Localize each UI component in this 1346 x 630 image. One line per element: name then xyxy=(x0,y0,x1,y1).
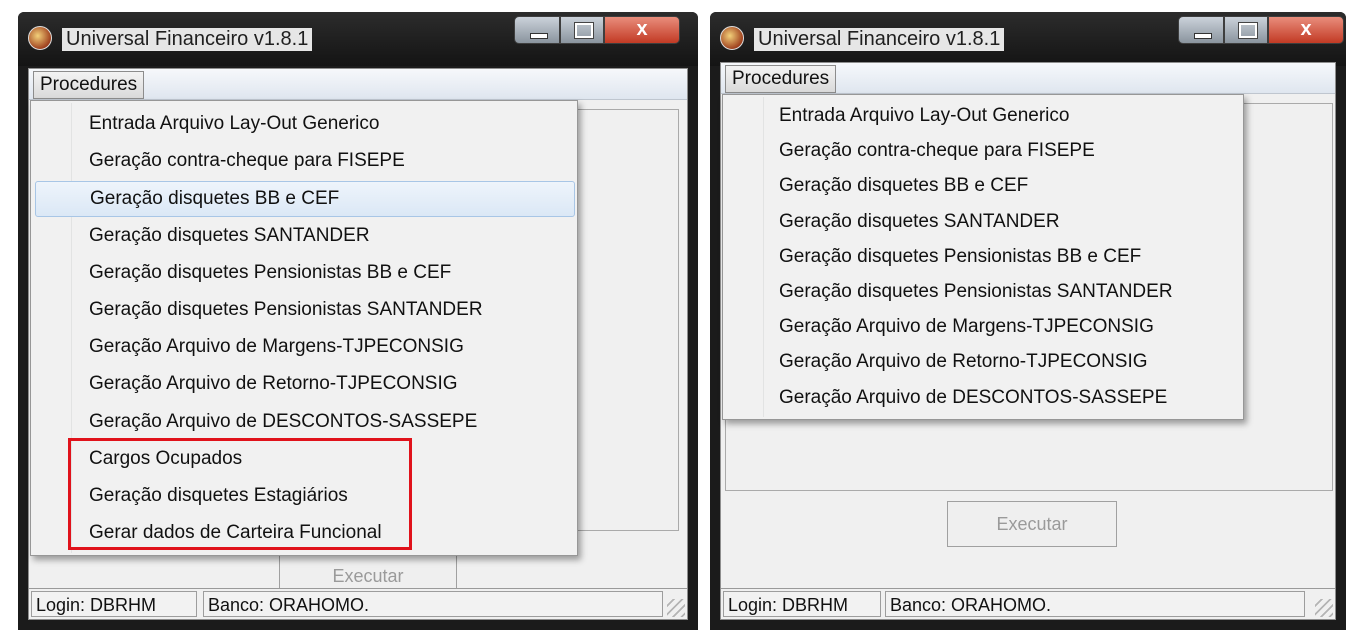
menu-item[interactable]: Geração Arquivo de DESCONTOS-SASSEPE xyxy=(89,411,477,433)
menu-item[interactable]: Geração Arquivo de Margens-TJPECONSIG xyxy=(779,316,1154,338)
app-icon xyxy=(720,26,744,50)
menu-item[interactable]: Geração contra-cheque para FISEPE xyxy=(779,140,1095,162)
close-button[interactable]: x xyxy=(604,16,680,44)
menu-procedures[interactable]: Procedures xyxy=(725,65,837,93)
maximize-icon xyxy=(1238,22,1258,39)
menu-item[interactable]: Entrada Arquivo Lay-Out Generico xyxy=(89,113,379,135)
window-title: Universal Financeiro v1.8.1 xyxy=(754,28,1005,51)
minimize-button[interactable] xyxy=(514,16,560,44)
title-bar[interactable]: Universal Financeiro v1.8.1 x xyxy=(710,12,1346,66)
minimize-button[interactable] xyxy=(1178,16,1224,44)
menu-item[interactable]: Geração disquetes Pensionistas BB e CEF xyxy=(779,246,1141,268)
status-login: Login: DBRHM xyxy=(31,591,197,617)
highlight-box xyxy=(68,438,412,550)
menu-item[interactable]: Geração disquetes SANTANDER xyxy=(89,225,370,247)
minimize-icon xyxy=(530,33,548,39)
status-login: Login: DBRHM xyxy=(723,591,881,617)
minimize-icon xyxy=(1194,33,1212,39)
close-button[interactable]: x xyxy=(1268,16,1344,44)
title-bar[interactable]: Universal Financeiro v1.8.1 x xyxy=(18,12,698,66)
menu-item[interactable]: Geração Arquivo de Retorno-TJPECONSIG xyxy=(779,351,1148,373)
menu-icon-column xyxy=(763,97,764,417)
window-controls: x xyxy=(514,16,680,46)
menu-item[interactable]: Geração Arquivo de Margens-TJPECONSIG xyxy=(89,336,464,358)
menu-bar: Procedures xyxy=(29,69,687,100)
menu-item[interactable]: Geração disquetes Pensionistas SANTANDER xyxy=(779,281,1173,303)
status-bar: Login: DBRHM Banco: ORAHOMO. xyxy=(721,588,1335,619)
resize-grip[interactable] xyxy=(667,599,685,617)
menu-item[interactable]: Geração disquetes Pensionistas SANTANDER xyxy=(89,299,483,321)
procedures-dropdown-right: Entrada Arquivo Lay-Out Generico Geração … xyxy=(722,94,1244,420)
menu-item[interactable]: Entrada Arquivo Lay-Out Generico xyxy=(779,105,1069,127)
menu-bar: Procedures xyxy=(721,63,1335,94)
resize-grip[interactable] xyxy=(1315,599,1333,617)
menu-item[interactable]: Geração disquetes BB e CEF xyxy=(779,175,1028,197)
status-bar: Login: DBRHM Banco: ORAHOMO. xyxy=(29,588,687,619)
maximize-icon xyxy=(574,22,594,39)
menu-procedures[interactable]: Procedures xyxy=(33,71,145,99)
status-banco: Banco: ORAHOMO. xyxy=(203,591,663,617)
close-icon: x xyxy=(636,18,648,40)
execute-button[interactable]: Executar xyxy=(947,501,1117,547)
menu-item[interactable]: Geração Arquivo de Retorno-TJPECONSIG xyxy=(89,373,458,395)
window-controls: x xyxy=(1178,16,1344,46)
app-icon xyxy=(28,26,52,50)
window-title: Universal Financeiro v1.8.1 xyxy=(62,28,313,51)
status-banco: Banco: ORAHOMO. xyxy=(885,591,1305,617)
maximize-button[interactable] xyxy=(560,16,604,44)
close-icon: x xyxy=(1300,18,1312,40)
menu-item[interactable]: Geração disquetes BB e CEF xyxy=(35,181,575,217)
menu-item[interactable]: Geração disquetes SANTANDER xyxy=(779,211,1060,233)
menu-item[interactable]: Geração Arquivo de DESCONTOS-SASSEPE xyxy=(779,387,1167,409)
menu-item[interactable]: Geração disquetes Pensionistas BB e CEF xyxy=(89,262,451,284)
maximize-button[interactable] xyxy=(1224,16,1268,44)
menu-item[interactable]: Geração contra-cheque para FISEPE xyxy=(89,150,405,172)
